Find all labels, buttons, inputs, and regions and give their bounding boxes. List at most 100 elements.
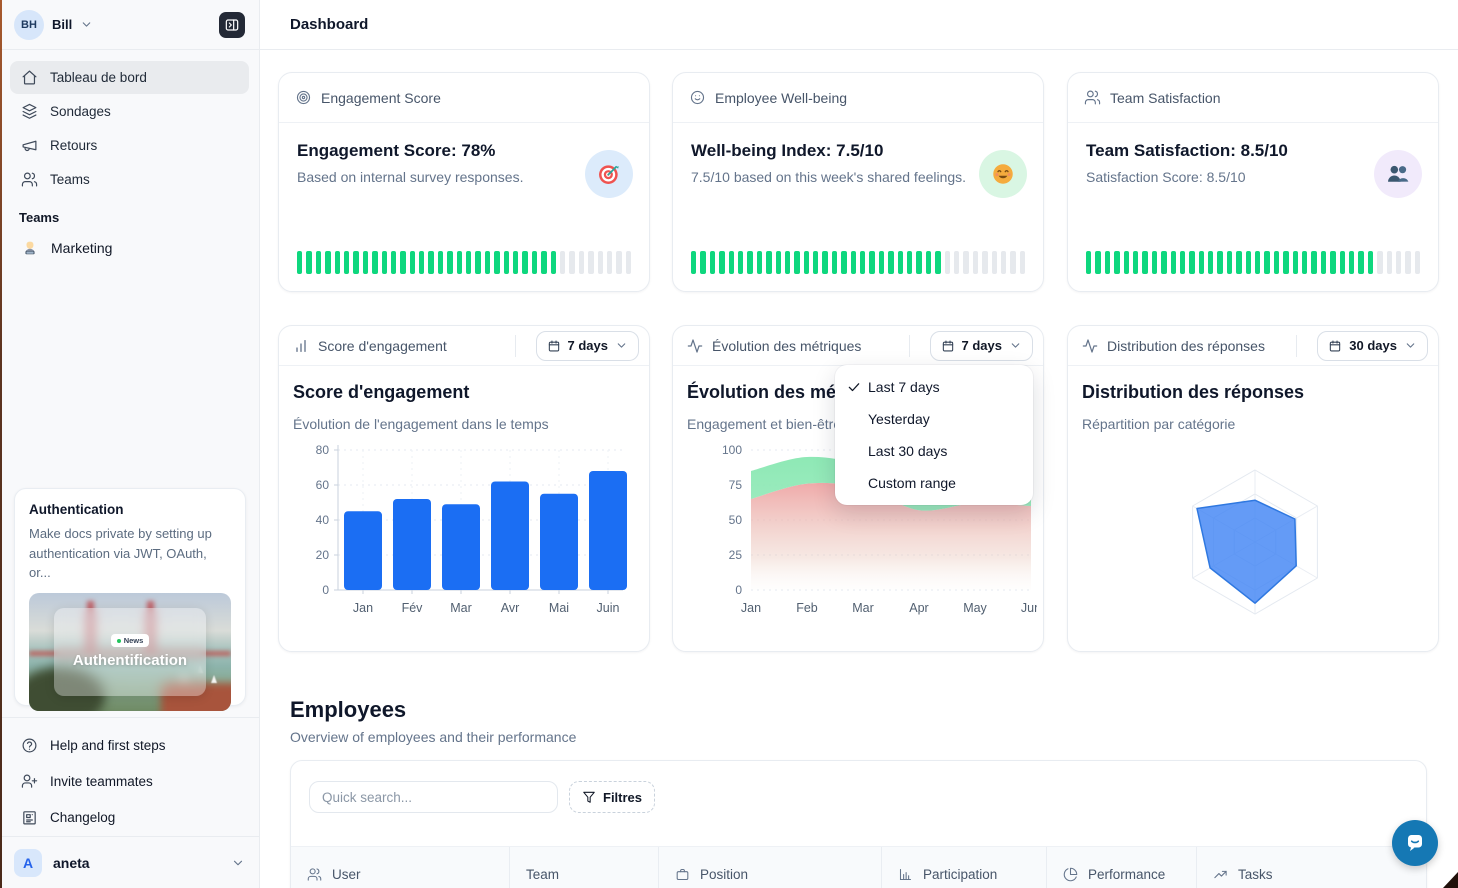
stat-emoji-badge — [979, 150, 1027, 198]
layers-icon — [21, 103, 38, 120]
card-header: Distribution des réponses 30 days — [1068, 326, 1438, 366]
stat-title: Well-being Index: 7.5/10 — [691, 141, 883, 161]
svg-text:0: 0 — [735, 583, 742, 597]
avatar[interactable]: BH — [14, 10, 44, 40]
column-header-tasks[interactable]: Tasks — [1196, 847, 1426, 888]
card-header: Évolution des métriques 7 days — [673, 326, 1043, 366]
check-icon — [847, 380, 861, 394]
mouse-cursor — [1440, 870, 1458, 888]
sidebar-item-feedback[interactable]: Retours — [10, 129, 249, 162]
collapse-sidebar-button[interactable] — [219, 12, 245, 38]
column-header-participation[interactable]: Participation — [881, 847, 1046, 888]
chart-subtitle: Évolution de l'engagement dans le temps — [293, 416, 549, 432]
promo-image: News Authentification — [29, 593, 231, 711]
svg-text:Jan: Jan — [353, 601, 373, 615]
search-input[interactable] — [309, 781, 558, 813]
promo-image-overlay: News Authentification — [54, 608, 206, 696]
changelog-icon — [21, 809, 38, 826]
progress-ticks — [297, 251, 631, 274]
footer-link-label: Changelog — [50, 810, 115, 825]
help-circle-icon — [21, 737, 38, 754]
menu-item-last-30-days[interactable]: Last 30 days — [835, 435, 1033, 467]
range-label: 7 days — [568, 338, 608, 353]
trending-up-icon — [1213, 867, 1228, 882]
svg-text:100: 100 — [722, 443, 742, 457]
column-header-performance[interactable]: Performance — [1046, 847, 1196, 888]
svg-text:60: 60 — [316, 478, 330, 492]
card-header-label: Score d'engagement — [318, 338, 447, 354]
stat-title: Team Satisfaction: 8.5/10 — [1086, 141, 1288, 161]
chevron-down-icon — [1009, 339, 1022, 352]
help-link[interactable]: Help and first steps — [10, 727, 249, 763]
column-header-user[interactable]: User — [291, 847, 509, 888]
pie-chart-icon — [1063, 867, 1078, 882]
chevron-down-icon — [231, 856, 245, 870]
sidebar-team-marketing[interactable]: Marketing — [10, 231, 249, 264]
sidebar-item-teams[interactable]: Teams — [10, 163, 249, 196]
workspace-avatar: A — [14, 849, 42, 877]
filters-button[interactable]: Filtres — [569, 781, 655, 813]
svg-text:50: 50 — [729, 513, 743, 527]
card-header: Engagement Score — [279, 73, 649, 123]
sidebar-item-label: Retours — [50, 138, 97, 153]
activity-icon — [687, 338, 703, 354]
stat-subtitle: Satisfaction Score: 8.5/10 — [1086, 169, 1246, 185]
svg-text:0: 0 — [322, 583, 329, 597]
range-label: 30 days — [1349, 338, 1397, 353]
topbar: Dashboard — [260, 0, 1458, 50]
sidebar-item-label: Teams — [50, 172, 90, 187]
chevron-down-icon[interactable] — [80, 18, 93, 31]
users-icon — [21, 171, 38, 188]
chevron-down-icon — [1404, 339, 1417, 352]
chart-title: Distribution des réponses — [1082, 382, 1304, 403]
progress-ticks — [1086, 251, 1420, 274]
user-plus-icon — [21, 773, 38, 790]
bar-chart: 020406080JanFévMarAvrMaiJuin — [293, 438, 643, 643]
workspace-switcher[interactable]: A aneta — [0, 836, 259, 888]
responses-distribution-card: Distribution des réponses 30 days Distri… — [1067, 325, 1439, 652]
svg-text:Jan: Jan — [741, 601, 761, 615]
stat-title: Engagement Score: 78% — [297, 141, 495, 161]
menu-item-custom-range[interactable]: Custom range — [835, 467, 1033, 499]
date-range-button[interactable]: 30 days — [1317, 331, 1428, 361]
menu-item-yesterday[interactable]: Yesterday — [835, 403, 1033, 435]
screen-edge-artifact — [0, 0, 2, 888]
svg-text:Mar: Mar — [852, 601, 874, 615]
technologist-emoji — [21, 239, 39, 257]
stat-emoji-badge — [585, 150, 633, 198]
smiling-face-emoji — [990, 161, 1016, 187]
chevron-down-icon — [615, 339, 628, 352]
card-header-label: Engagement Score — [321, 90, 441, 106]
user-name[interactable]: Bill — [52, 17, 72, 32]
column-header-position[interactable]: Position — [658, 847, 881, 888]
briefcase-icon — [675, 867, 690, 882]
home-icon — [21, 69, 38, 86]
svg-text:75: 75 — [729, 478, 743, 492]
date-range-button[interactable]: 7 days — [930, 331, 1033, 361]
divider — [515, 335, 516, 357]
promo-image-title: Authentification — [73, 652, 187, 669]
smile-icon — [689, 89, 706, 106]
sidebar-item-dashboard[interactable]: Tableau de bord — [10, 61, 249, 94]
promo-card[interactable]: Authentication Make docs private by sett… — [14, 488, 246, 706]
bar-chart-icon — [898, 867, 913, 882]
team-item-label: Marketing — [51, 240, 112, 256]
chat-launcher-button[interactable] — [1392, 820, 1438, 866]
card-header: Score d'engagement 7 days — [279, 326, 649, 366]
column-header-team[interactable]: Team — [509, 847, 658, 888]
footer-link-label: Help and first steps — [50, 738, 166, 753]
date-range-menu: Last 7 days Yesterday Last 30 days Custo… — [835, 365, 1033, 505]
svg-text:Mai: Mai — [549, 601, 569, 615]
menu-item-last-7-days[interactable]: Last 7 days — [835, 371, 1033, 403]
svg-text:Avr: Avr — [501, 601, 520, 615]
sidebar-item-surveys[interactable]: Sondages — [10, 95, 249, 128]
invite-link[interactable]: Invite teammates — [10, 763, 249, 799]
news-badge: News — [111, 634, 150, 647]
svg-text:May: May — [963, 601, 987, 615]
date-range-button[interactable]: 7 days — [536, 331, 639, 361]
changelog-link[interactable]: Changelog — [10, 799, 249, 835]
svg-text:40: 40 — [316, 513, 330, 527]
card-header-label: Team Satisfaction — [1110, 90, 1221, 106]
sidebar: BH Bill Tableau de bord Sondages Retours — [0, 0, 260, 888]
sidebar-footer: Help and first steps Invite teammates Ch… — [0, 717, 259, 844]
